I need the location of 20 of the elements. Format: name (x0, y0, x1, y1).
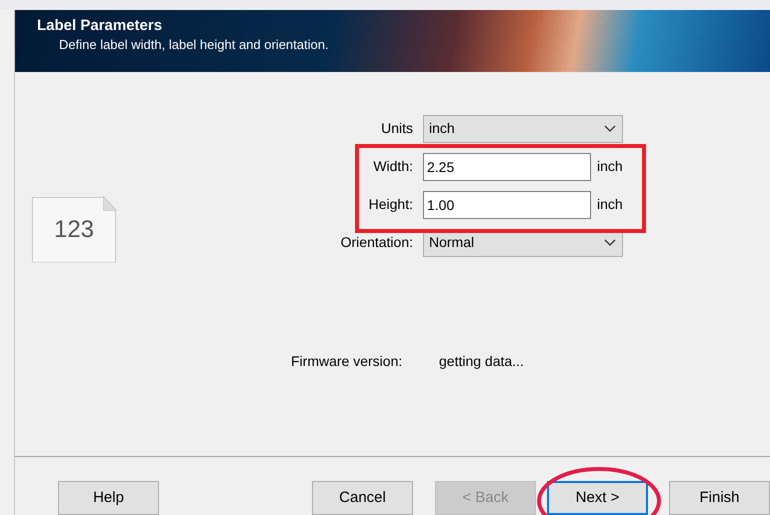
field-label: Orientation: (340, 233, 414, 252)
preview-text: 123 (54, 214, 94, 244)
firmware-label: Firmware version: (291, 352, 404, 370)
input-field[interactable]: 2.25 (423, 152, 591, 180)
chevron-down-icon (604, 124, 616, 132)
wizard-button[interactable]: Cancel (312, 481, 413, 515)
chevron-down-icon (604, 238, 616, 246)
dropdown[interactable]: inch (423, 114, 623, 142)
header-title: Label Parameters (37, 16, 164, 36)
wizard-button[interactable]: Next > (547, 481, 648, 515)
input-field[interactable]: 1.00 (423, 190, 591, 218)
unit-label: inch (597, 157, 623, 176)
wizard-button[interactable]: Finish (669, 481, 770, 515)
header-subtitle: Define label width, label height and orientation. (58, 36, 330, 54)
firmware-value: getting data... (439, 352, 524, 371)
unit-label: inch (597, 195, 623, 214)
field-label: Width: (372, 157, 414, 176)
wizard-button[interactable]: Help (58, 481, 159, 515)
field-label: Height: (368, 195, 414, 214)
field-label: Units (380, 119, 414, 138)
